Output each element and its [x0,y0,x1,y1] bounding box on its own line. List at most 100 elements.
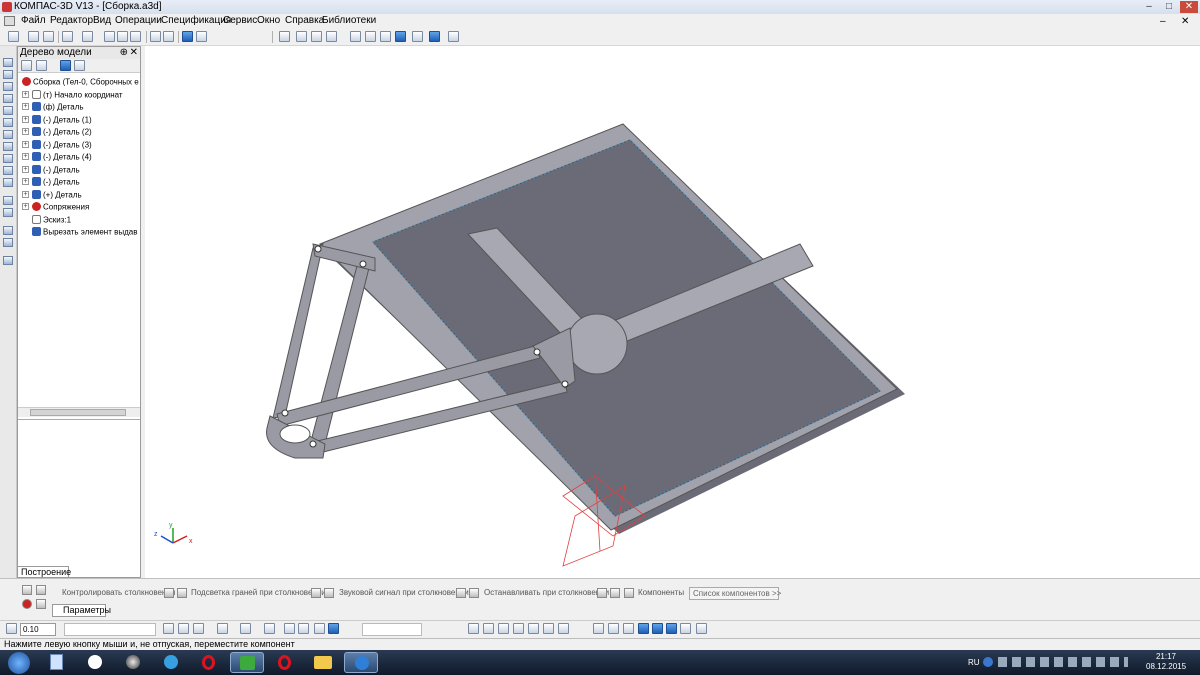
tree-item-mates[interactable]: + Сопряжения [22,202,140,214]
mate-icon[interactable] [558,623,569,634]
step-cursor-icon[interactable] [6,623,17,634]
taskbar-app-icon[interactable] [78,652,112,673]
add-component-icon[interactable] [468,623,479,634]
collision-check-toggle[interactable] [164,588,174,598]
tree-item-part-fixed[interactable]: + (ф) Деталь [22,102,140,114]
components-icon[interactable] [3,196,13,205]
assembly-model[interactable]: x y z [145,46,1200,578]
tree-item-origin[interactable]: + (т) Начало координат [22,90,140,102]
open-icon[interactable] [28,31,39,42]
tab-parameters[interactable]: Параметры [52,604,111,617]
fix-icon[interactable] [696,623,707,634]
rotate-component-icon[interactable] [543,623,554,634]
grid-settings-icon[interactable] [240,623,251,634]
filter-icon[interactable] [3,142,13,151]
tree-item-part-3[interactable]: + (-) Деталь (3) [22,140,140,152]
ortho-icon[interactable] [193,623,204,634]
help-tray-icon[interactable] [983,657,993,667]
sound-toggle-b[interactable] [324,588,334,598]
taskbar-skype-icon[interactable] [154,652,188,673]
tab-build[interactable]: Построение [17,566,71,578]
components-list-button[interactable]: Список компонентов >> [689,587,781,600]
stop-toggle-b[interactable] [469,588,479,598]
clock[interactable]: 21:17 08.12.2015 [1146,652,1186,672]
components-toggle-b[interactable] [610,588,620,598]
standard-part-icon[interactable] [498,623,509,634]
stop-icon[interactable] [22,599,32,609]
3d-viewport[interactable]: x y z [145,46,1200,578]
tree-item-part-6[interactable]: + (-) Деталь [22,177,140,189]
halftone-icon[interactable] [395,31,406,42]
menu-window[interactable]: Окно [257,15,280,26]
measure-length-icon[interactable] [298,623,309,634]
tree-item-sketch[interactable]: Эскиз:1 [22,215,140,227]
measure-distance-icon[interactable] [284,623,295,634]
snap-icon[interactable] [178,623,189,634]
document-menu-icon[interactable] [4,16,15,26]
surfaces-icon[interactable] [3,94,13,103]
copy-icon[interactable] [117,31,128,42]
taskbar-kompas-icon[interactable] [230,652,264,673]
menu-operations[interactable]: Операции [115,15,162,26]
tree-item-extrude-cut[interactable]: Вырезать элемент выдав [22,227,140,239]
orientation-icon[interactable] [326,31,337,42]
perspective-icon[interactable] [429,31,440,42]
redo-icon[interactable] [163,31,174,42]
menu-view[interactable]: Вид [93,15,111,26]
paste-icon[interactable] [130,31,141,42]
menu-help[interactable]: Справка [285,15,324,26]
start-button-icon[interactable] [8,652,30,674]
close-icon[interactable]: ✕ [1180,1,1198,13]
language-indicator[interactable]: RU [968,658,980,667]
tree-item-assembly[interactable]: Сборка (Тел-0, Сборочных е [22,77,140,89]
sheet-metal-icon[interactable] [3,238,13,247]
taskbar-eclipse-icon[interactable] [116,652,150,673]
tree-horizontal-scrollbar[interactable] [18,407,140,417]
tree-splitter[interactable] [18,419,140,420]
marking-icon[interactable] [3,178,13,187]
spatial-curves-icon[interactable] [3,82,13,91]
wireframe-icon[interactable] [350,31,361,42]
coord-field[interactable] [362,623,422,636]
spec-icon[interactable] [3,154,13,163]
taskbar-opera2-icon[interactable] [268,652,302,673]
save-icon[interactable] [43,31,54,42]
tray-icons[interactable] [998,657,1128,667]
mass-props-icon[interactable] [314,623,325,634]
assembly-icon[interactable] [3,256,13,265]
create-part-icon[interactable] [513,623,524,634]
tangent-icon[interactable] [638,623,649,634]
pipes-icon[interactable] [3,226,13,235]
step-input[interactable]: 0.10 [20,623,56,636]
edit-mode-icon[interactable] [3,58,13,67]
minimize-icon[interactable]: – [1140,1,1158,13]
menu-file[interactable]: Файл [21,15,46,26]
move-component-icon[interactable] [528,623,539,634]
attach-icon[interactable] [36,585,46,595]
taskbar-opera-icon[interactable] [192,652,226,673]
cut-icon[interactable] [104,31,115,42]
hidden-lines-icon[interactable] [365,31,376,42]
menu-specification[interactable]: Спецификация [161,15,231,26]
menu-edit[interactable]: Редактор [50,15,93,26]
taskbar-explorer-icon[interactable] [306,652,340,673]
tree-item-part-7[interactable]: + (+) Деталь [22,190,140,202]
tree-close-icon[interactable]: ✕ [130,47,138,58]
zoom-icon[interactable] [279,31,290,42]
maximize-icon[interactable]: □ [1160,1,1178,13]
undo-icon[interactable] [150,31,161,42]
auto-create-icon[interactable] [22,585,32,595]
arrays-icon[interactable] [3,106,13,115]
tree-view-icon[interactable] [36,60,47,71]
pin-icon[interactable]: ⊕ [120,47,128,58]
measure-angle-icon[interactable] [264,623,275,634]
section-icon[interactable] [448,31,459,42]
thin-hidden-icon[interactable] [380,31,391,42]
halftone-edges-icon[interactable] [412,31,423,42]
mates-icon[interactable] [3,208,13,217]
manager-icon[interactable] [182,31,193,42]
taskbar-notepad-icon[interactable] [40,652,74,673]
concentric-icon[interactable] [652,623,663,634]
perpendicular-icon[interactable] [623,623,634,634]
tree-item-part-5[interactable]: + (-) Деталь [22,165,140,177]
